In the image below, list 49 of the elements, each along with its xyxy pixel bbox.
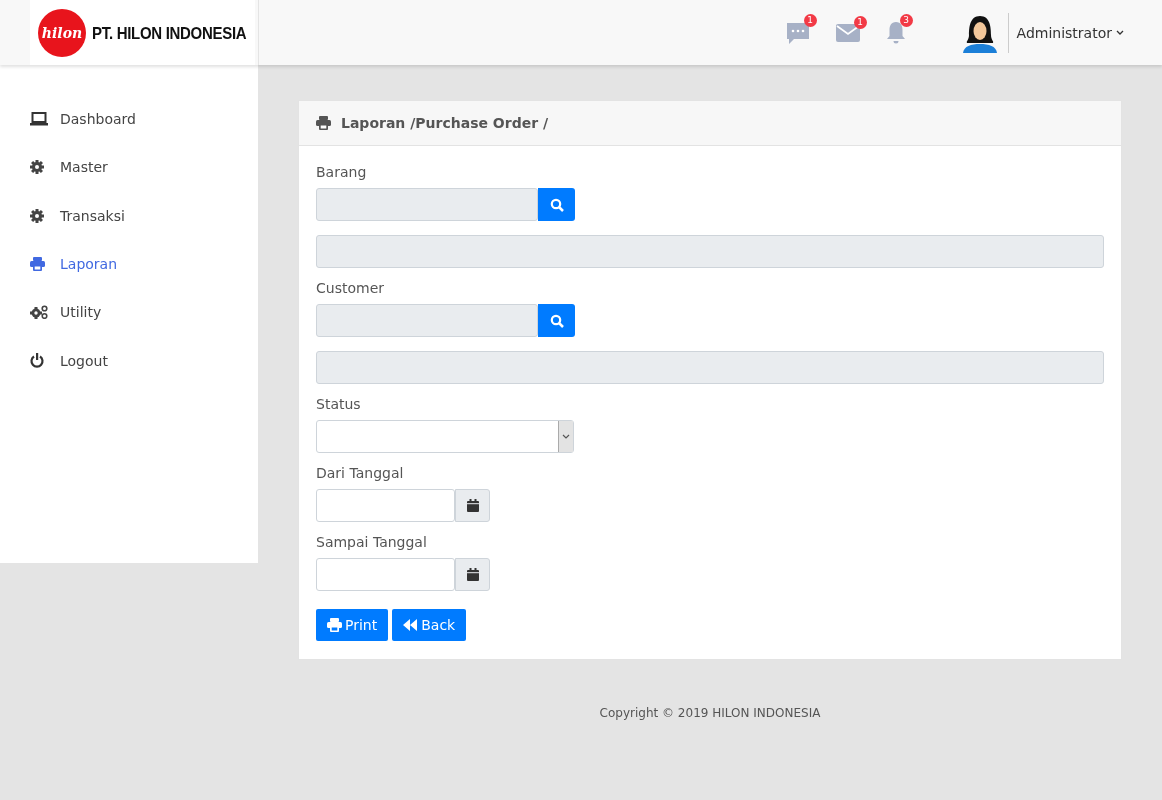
nav-item[interactable]: Dashboard xyxy=(0,95,258,144)
printer-icon xyxy=(316,116,331,130)
nav-item[interactable]: Laporan xyxy=(0,239,258,289)
date-field[interactable] xyxy=(316,489,455,522)
nav-item[interactable]: Master xyxy=(0,143,258,192)
bell-icon[interactable] xyxy=(885,20,906,45)
field-label: Dari Tanggal xyxy=(316,465,405,481)
nav-item[interactable]: Utility xyxy=(0,288,258,337)
display-field[interactable] xyxy=(316,351,1104,384)
calendar-icon xyxy=(466,568,479,581)
user-menu[interactable]: Administrator xyxy=(1016,24,1124,41)
gears-icon xyxy=(30,305,48,320)
panel-title: Laporan /Purchase Order / xyxy=(341,115,549,131)
caret-icon xyxy=(1116,30,1124,35)
chat-icon[interactable] xyxy=(785,20,810,45)
lookup-field[interactable] xyxy=(316,188,538,221)
backward-icon xyxy=(403,619,419,631)
calendar-button[interactable] xyxy=(455,558,490,591)
field-label: Status xyxy=(316,396,362,412)
search-icon xyxy=(549,197,564,212)
display-field[interactable] xyxy=(316,235,1104,268)
search-button[interactable] xyxy=(538,304,575,337)
date-field[interactable] xyxy=(316,558,455,591)
nav-item[interactable]: Transaksi xyxy=(0,191,258,240)
power-icon xyxy=(30,353,44,369)
count-badge: 1 xyxy=(853,15,867,29)
calendar-button[interactable] xyxy=(455,489,490,522)
nav-item[interactable]: Logout xyxy=(0,336,258,385)
copyright-text: Copyright © 2019 HILON INDONESIA xyxy=(598,706,822,720)
logo-mark: hilon xyxy=(38,8,86,57)
envelope-icon[interactable] xyxy=(835,22,860,43)
gear-icon xyxy=(30,160,44,175)
count-badge: 3 xyxy=(899,13,913,27)
gear-icon xyxy=(30,208,44,223)
print-button[interactable]: Print xyxy=(316,609,389,641)
field-label: Barang xyxy=(316,164,368,180)
printer-icon xyxy=(30,257,45,272)
calendar-icon xyxy=(466,499,479,512)
count-badge: 1 xyxy=(803,13,817,27)
laptop-icon xyxy=(30,112,48,127)
lookup-field[interactable] xyxy=(316,304,538,337)
field-label: Sampai Tanggal xyxy=(316,534,428,550)
caret-icon xyxy=(562,434,570,439)
company-name: PT. HILON INDONESIA xyxy=(92,22,247,43)
printer-icon xyxy=(327,618,342,632)
search-icon xyxy=(549,313,564,328)
search-button[interactable] xyxy=(538,188,575,221)
back-button[interactable]: Back xyxy=(392,609,467,641)
field-label: Customer xyxy=(316,280,385,296)
